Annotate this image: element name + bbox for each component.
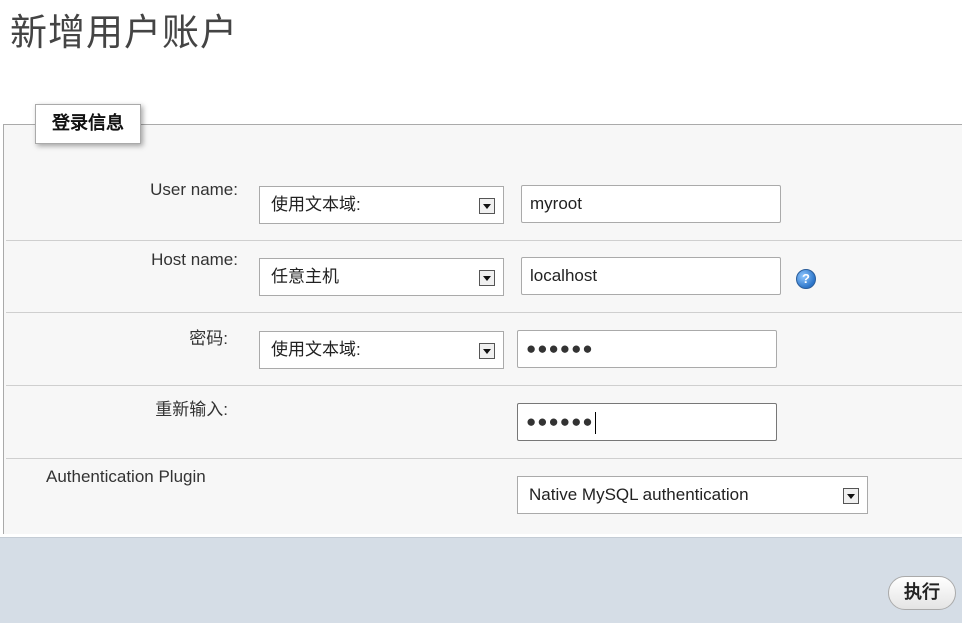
hostname-label: Host name: [151, 250, 238, 269]
retype-password-label: 重新输入: [155, 400, 228, 419]
username-label: User name: [150, 180, 238, 199]
page-title: 新增用户账户 [10, 11, 238, 54]
row-divider [6, 385, 962, 386]
row-divider [6, 312, 962, 313]
hostname-input[interactable]: localhost [521, 257, 781, 295]
chevron-down-icon [479, 198, 495, 214]
username-type-value: 使用文本域: [271, 195, 361, 214]
chevron-down-icon [843, 488, 859, 504]
hostname-type-value: 任意主机 [271, 267, 339, 286]
chevron-down-icon [479, 343, 495, 359]
question-mark-icon[interactable]: ? [796, 269, 816, 289]
username-type-select[interactable]: 使用文本域: [259, 186, 504, 224]
chevron-down-icon [479, 270, 495, 286]
password-input[interactable]: ●●●●●● [517, 330, 777, 368]
submit-button[interactable]: 执行 [888, 576, 956, 610]
form-footer [0, 537, 962, 623]
hostname-type-select[interactable]: 任意主机 [259, 258, 504, 296]
password-type-value: 使用文本域: [271, 340, 361, 359]
password-label: 密码: [189, 329, 228, 348]
text-caret [594, 411, 596, 434]
auth-plugin-select[interactable]: Native MySQL authentication [517, 476, 868, 514]
retype-password-input[interactable]: ●●●●●● [517, 403, 777, 441]
auth-plugin-value: Native MySQL authentication [529, 485, 749, 504]
retype-password-value: ●●●●●● [526, 412, 594, 431]
row-divider [6, 240, 962, 241]
fieldset-legend: 登录信息 [35, 104, 141, 144]
password-type-select[interactable]: 使用文本域: [259, 331, 504, 369]
username-input[interactable]: myroot [521, 185, 781, 223]
row-divider [6, 458, 962, 459]
auth-plugin-label: Authentication Plugin [46, 467, 206, 486]
